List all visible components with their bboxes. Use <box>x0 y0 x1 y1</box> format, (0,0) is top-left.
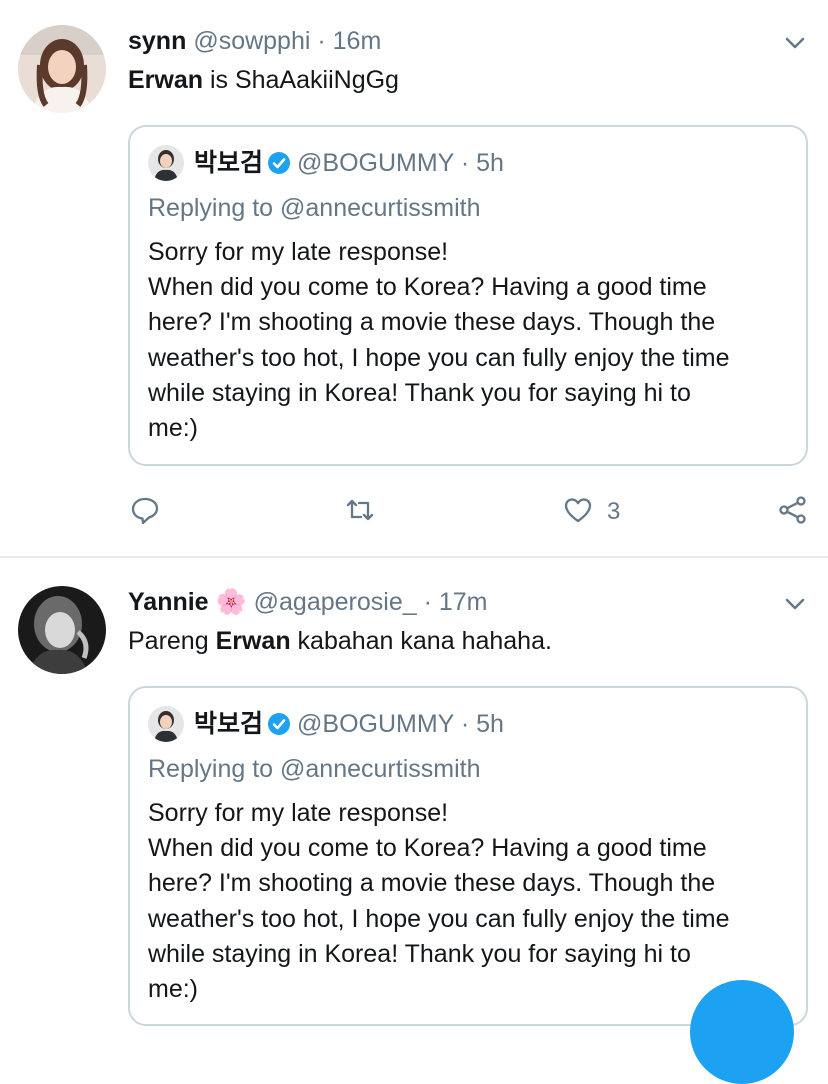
handle[interactable]: @agaperosie_ <box>254 588 417 616</box>
quoted-text-line: weather's too hot, I hope you can fully … <box>148 343 730 372</box>
mention-name: Erwan <box>215 627 291 655</box>
replying-to[interactable]: Replying to @annecurtissmith <box>148 754 480 784</box>
quoted-timestamp: · 5h <box>460 710 504 738</box>
quoted-avatar[interactable] <box>148 145 184 181</box>
like-count: 3 <box>607 498 621 525</box>
quoted-text-line: When did you come to Korea? Having a goo… <box>148 834 707 863</box>
like-button[interactable]: 3 <box>563 490 620 534</box>
quoted-text-line: me:) <box>148 414 198 443</box>
tweet[interactable]: synn @sowpphi · 16m Erwan is ShaAakiiNgG… <box>0 0 828 558</box>
quoted-avatar[interactable] <box>148 706 184 742</box>
tweet-text: Erwan is ShaAakiiNgGg <box>128 65 399 95</box>
quoted-text: Sorry for my late response! When did you… <box>148 796 798 1007</box>
retweet-button[interactable] <box>345 490 375 534</box>
chevron-down-icon[interactable] <box>782 591 808 617</box>
timestamp: · 17m <box>423 588 488 616</box>
reply-button[interactable] <box>130 490 160 534</box>
tweet-text-rest: is ShaAakiiNgGg <box>203 66 399 94</box>
tweet-text: Pareng Erwan kabahan kana hahaha. <box>128 626 552 656</box>
quoted-text: Sorry for my late response! When did you… <box>148 235 798 446</box>
quoted-text-line: Sorry for my late response! <box>148 238 449 266</box>
tweet-actions: 3 <box>0 490 828 534</box>
timestamp: · 16m <box>317 27 382 55</box>
handle[interactable]: @sowpphi <box>193 27 310 55</box>
quoted-header: 박보검 @BOGUMMY · 5h <box>194 147 504 179</box>
quoted-text-line: while staying in Korea! Thank you for sa… <box>148 939 691 968</box>
reply-icon <box>130 495 160 530</box>
quoted-display-name[interactable]: 박보검 <box>194 149 263 177</box>
quoted-tweet[interactable]: 박보검 @BOGUMMY · 5h Replying to @annecurtis… <box>128 125 808 466</box>
tweet-text-before: Pareng <box>128 627 216 655</box>
quoted-text-line: here? I'm shooting a movie these days. T… <box>148 308 716 337</box>
tweet-header: Yannie 🌸 @agaperosie_ · 17m <box>128 587 488 617</box>
replying-to[interactable]: Replying to @annecurtissmith <box>148 193 480 223</box>
tweet-header: synn @sowpphi · 16m <box>128 26 381 56</box>
chevron-down-icon[interactable] <box>782 30 808 56</box>
avatar[interactable] <box>18 25 106 113</box>
quoted-tweet[interactable]: 박보검 @BOGUMMY · 5h Replying to @annecurtis… <box>128 686 808 1026</box>
verified-badge-icon <box>267 151 291 175</box>
quoted-handle[interactable]: @BOGUMMY <box>297 149 454 177</box>
retweet-icon <box>345 495 375 530</box>
quoted-timestamp: · 5h <box>460 149 504 177</box>
quoted-text-line: Sorry for my late response! <box>148 799 449 827</box>
quoted-text-line: weather's too hot, I hope you can fully … <box>148 904 730 933</box>
quoted-text-line: here? I'm shooting a movie these days. T… <box>148 869 716 898</box>
display-name[interactable]: Yannie <box>128 588 209 616</box>
share-button[interactable] <box>778 490 808 534</box>
emoji: 🌸 <box>215 588 247 616</box>
verified-badge-icon <box>267 712 291 736</box>
tweet-text-rest: kabahan kana hahaha. <box>290 627 552 655</box>
quoted-handle[interactable]: @BOGUMMY <box>297 710 454 738</box>
quoted-text-line: while staying in Korea! Thank you for sa… <box>148 378 691 407</box>
quoted-display-name[interactable]: 박보검 <box>194 710 263 738</box>
display-name[interactable]: synn <box>128 27 186 55</box>
tweet[interactable]: Yannie 🌸 @agaperosie_ · 17m Pareng Erwan… <box>0 558 828 1026</box>
quoted-header: 박보검 @BOGUMMY · 5h <box>194 708 504 740</box>
avatar[interactable] <box>18 586 106 674</box>
mention-name: Erwan <box>128 66 204 94</box>
heart-icon <box>563 495 593 530</box>
share-icon <box>778 495 808 530</box>
compose-tweet-button[interactable] <box>690 980 794 1084</box>
quoted-text-line: When did you come to Korea? Having a goo… <box>148 273 707 302</box>
